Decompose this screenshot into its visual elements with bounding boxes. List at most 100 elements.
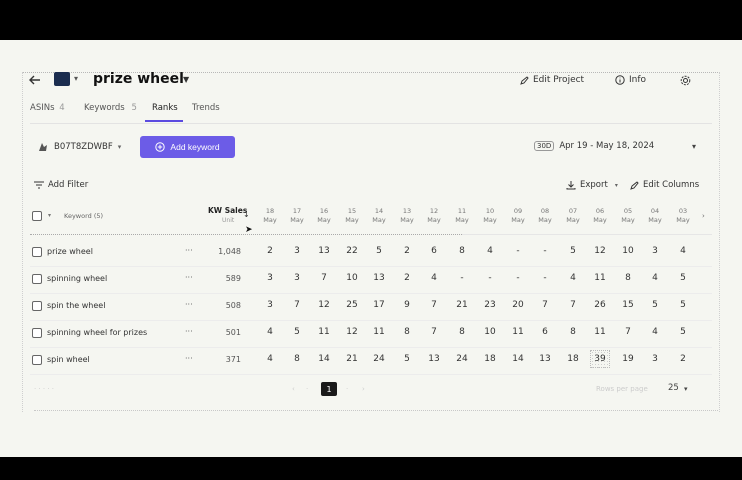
column-header-date[interactable]: 11 May11May <box>449 207 475 225</box>
scroll-right-icon[interactable]: › <box>702 212 705 220</box>
rank-cell[interactable]: 7 <box>615 327 641 337</box>
rank-cell[interactable]: 4 <box>560 273 586 283</box>
rank-cell[interactable]: 7 <box>560 300 586 310</box>
rank-cell[interactable]: 4 <box>257 354 283 364</box>
rank-cell[interactable]: 8 <box>449 246 475 256</box>
rank-cell[interactable]: 39 <box>587 354 613 364</box>
rank-cell[interactable]: 7 <box>311 273 337 283</box>
sort-arrow-icon[interactable]: ↓ <box>243 210 250 219</box>
chevron-down-icon[interactable]: ▾ <box>684 385 688 393</box>
column-header-date[interactable]: 14 May14May <box>366 207 392 225</box>
project-logo-icon[interactable] <box>54 72 70 86</box>
rank-cell[interactable]: 2 <box>394 273 420 283</box>
tab-trends[interactable]: Trends <box>192 103 220 113</box>
row-more-icon[interactable]: ··· <box>185 273 193 282</box>
rank-cell[interactable]: 23 <box>477 300 503 310</box>
rank-cell[interactable]: - <box>505 246 531 256</box>
column-header-date[interactable]: 17 May17May <box>284 207 310 225</box>
rank-cell[interactable]: 5 <box>670 327 696 337</box>
rows-per-page-select[interactable]: 25 <box>668 383 679 393</box>
rank-cell[interactable]: 5 <box>560 246 586 256</box>
row-more-icon[interactable]: ··· <box>185 246 193 255</box>
rank-cell[interactable]: 3 <box>642 246 668 256</box>
rank-cell[interactable]: 13 <box>532 354 558 364</box>
rank-cell[interactable]: 3 <box>642 354 668 364</box>
row-checkbox[interactable] <box>32 247 42 257</box>
next-page-button[interactable]: · <box>346 385 348 393</box>
column-header-date[interactable]: 09 May09May <box>505 207 531 225</box>
rank-cell[interactable]: 24 <box>449 354 475 364</box>
rank-cell[interactable]: 10 <box>339 273 365 283</box>
rank-cell[interactable]: 2 <box>670 354 696 364</box>
rank-cell[interactable]: 12 <box>339 327 365 337</box>
rank-cell[interactable]: 24 <box>366 354 392 364</box>
column-header-date[interactable]: 08 May08May <box>532 207 558 225</box>
rank-cell[interactable]: 11 <box>311 327 337 337</box>
select-all-checkbox[interactable] <box>32 211 42 221</box>
row-more-icon[interactable]: ··· <box>185 354 193 363</box>
rank-cell[interactable]: 11 <box>587 273 613 283</box>
last-page-button[interactable]: › <box>362 385 365 393</box>
rank-cell[interactable]: 21 <box>449 300 475 310</box>
rank-cell[interactable]: 14 <box>505 354 531 364</box>
rank-cell[interactable]: 21 <box>339 354 365 364</box>
rank-cell[interactable]: 4 <box>642 273 668 283</box>
rank-cell[interactable]: 3 <box>284 246 310 256</box>
column-header-date[interactable]: 05 May05May <box>615 207 641 225</box>
row-keyword[interactable]: prize wheel <box>47 247 93 256</box>
rank-cell[interactable]: - <box>532 273 558 283</box>
row-keyword[interactable]: spin wheel <box>47 355 90 364</box>
chevron-down-icon[interactable]: ▾ <box>48 212 51 219</box>
rank-cell[interactable]: 15 <box>615 300 641 310</box>
add-keyword-button[interactable]: Add keyword <box>140 136 235 158</box>
rank-cell[interactable]: 18 <box>560 354 586 364</box>
chevron-down-icon[interactable]: ▾ <box>74 74 78 83</box>
edit-project-button[interactable]: Edit Project <box>520 75 584 85</box>
tab-ranks[interactable]: Ranks <box>152 103 178 113</box>
rank-cell[interactable]: 10 <box>615 246 641 256</box>
rank-cell[interactable]: - <box>449 273 475 283</box>
rank-cell[interactable]: 8 <box>449 327 475 337</box>
rank-cell[interactable]: 13 <box>366 273 392 283</box>
export-button[interactable]: Export ▾ <box>566 180 618 190</box>
asin-selector[interactable]: B07T8ZDWBF ▾ <box>37 141 121 153</box>
rank-cell[interactable]: 12 <box>587 246 613 256</box>
rank-cell[interactable]: 9 <box>394 300 420 310</box>
tab-asins[interactable]: ASINs 4 <box>30 103 65 113</box>
back-arrow-icon[interactable] <box>28 73 42 87</box>
rank-cell[interactable]: 3 <box>257 273 283 283</box>
column-header-date[interactable]: 06 May06May <box>587 207 613 225</box>
rank-cell[interactable]: 4 <box>670 246 696 256</box>
row-more-icon[interactable]: ··· <box>185 300 193 309</box>
rank-cell[interactable]: 22 <box>339 246 365 256</box>
rank-cell[interactable]: 11 <box>587 327 613 337</box>
rank-cell[interactable]: 10 <box>477 327 503 337</box>
row-checkbox[interactable] <box>32 301 42 311</box>
column-header-date[interactable]: 10 May10May <box>477 207 503 225</box>
rank-cell[interactable]: 11 <box>366 327 392 337</box>
rank-cell[interactable]: 17 <box>366 300 392 310</box>
rank-cell[interactable]: 8 <box>394 327 420 337</box>
rank-cell[interactable]: - <box>505 273 531 283</box>
row-checkbox[interactable] <box>32 274 42 284</box>
column-header-date[interactable]: 03 May03May <box>670 207 696 225</box>
row-keyword[interactable]: spinning wheel <box>47 274 107 283</box>
date-range-picker[interactable]: 30D Apr 19 - May 18, 2024 <box>534 141 654 151</box>
rank-cell[interactable]: - <box>532 246 558 256</box>
column-header-date[interactable]: 13 May13May <box>394 207 420 225</box>
rank-cell[interactable]: 4 <box>642 327 668 337</box>
rank-cell[interactable]: 7 <box>532 300 558 310</box>
row-more-icon[interactable]: ··· <box>185 327 193 336</box>
current-page-button[interactable]: 1 <box>321 382 337 396</box>
column-header-date[interactable]: 18 May18May <box>257 207 283 225</box>
date-chevron-down-icon[interactable]: ▾ <box>692 142 696 151</box>
rank-cell[interactable]: 4 <box>421 273 447 283</box>
gear-icon[interactable] <box>680 75 691 86</box>
tab-keywords[interactable]: Keywords 5 <box>84 103 137 113</box>
column-header-keyword[interactable]: Keyword (5) <box>64 212 103 220</box>
rank-cell[interactable]: 26 <box>587 300 613 310</box>
rank-cell[interactable]: 25 <box>339 300 365 310</box>
rank-cell[interactable]: 6 <box>421 246 447 256</box>
rank-cell[interactable]: 5 <box>642 300 668 310</box>
rank-cell[interactable]: 11 <box>505 327 531 337</box>
